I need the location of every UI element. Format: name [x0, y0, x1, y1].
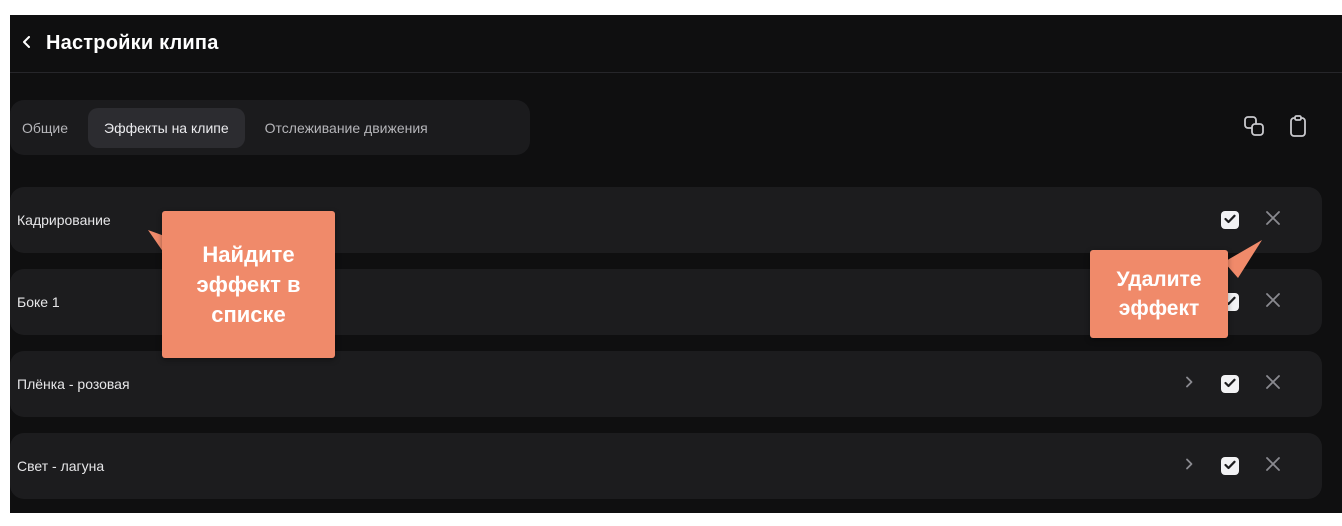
- enable-checkbox[interactable]: [1221, 457, 1239, 475]
- copy-button[interactable]: [1241, 115, 1267, 141]
- tab-motion-tracking[interactable]: Отслеживание движения: [249, 108, 444, 148]
- remove-effect-button[interactable]: [1263, 292, 1283, 312]
- copy-icon: [1242, 114, 1266, 143]
- close-icon: [1266, 292, 1280, 312]
- close-icon: [1266, 374, 1280, 394]
- page-title: Настройки клипа: [46, 32, 219, 54]
- effect-name: Боке 1: [17, 294, 60, 310]
- paste-button[interactable]: [1285, 114, 1311, 143]
- expand-button[interactable]: [1180, 374, 1198, 394]
- tab-bar: Общие Эффекты на клипе Отслеживание движ…: [10, 100, 530, 155]
- effect-name: Плёнка - розовая: [17, 376, 130, 392]
- callout-delete-effect: Удалите эффект: [1090, 250, 1228, 338]
- enable-checkbox[interactable]: [1221, 375, 1239, 393]
- close-icon: [1266, 210, 1280, 230]
- close-icon: [1266, 456, 1280, 476]
- callout-delete-text: Удалите эффект: [1116, 268, 1202, 320]
- remove-effect-button[interactable]: [1263, 374, 1283, 394]
- callout-find-effect: Найдите эффект в списке: [162, 211, 335, 358]
- effect-row[interactable]: Плёнка - розовая: [10, 351, 1322, 417]
- effect-row[interactable]: Свет - лагуна: [10, 433, 1322, 499]
- tab-general[interactable]: Общие: [10, 108, 84, 148]
- effect-name: Свет - лагуна: [17, 458, 105, 474]
- checkmark-icon: [1224, 211, 1236, 229]
- chevron-left-icon: [22, 35, 32, 53]
- effect-name: Кадрирование: [17, 212, 111, 228]
- remove-effect-button[interactable]: [1263, 210, 1283, 230]
- panel-header: Настройки клипа: [10, 15, 1342, 73]
- clipboard-icon: [1286, 114, 1310, 143]
- remove-effect-button[interactable]: [1263, 456, 1283, 476]
- enable-checkbox[interactable]: [1221, 211, 1239, 229]
- callout-find-text: Найдите эффект в списке: [196, 241, 301, 327]
- back-button[interactable]: [16, 33, 38, 55]
- chevron-right-icon: [1185, 375, 1193, 393]
- checkmark-icon: [1224, 457, 1236, 475]
- tab-clip-effects[interactable]: Эффекты на клипе: [88, 107, 245, 148]
- checkmark-icon: [1224, 375, 1236, 393]
- expand-button[interactable]: [1180, 456, 1198, 476]
- chevron-right-icon: [1185, 457, 1193, 475]
